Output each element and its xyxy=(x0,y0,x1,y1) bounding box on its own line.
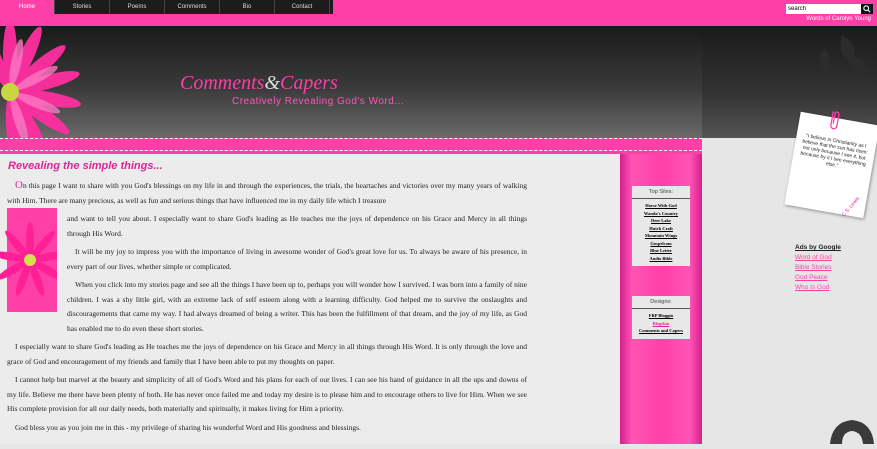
top-site-link[interactable]: Gospelcom xyxy=(632,240,690,248)
quote-text: "I believe in Christianity as I believe … xyxy=(799,133,869,170)
search-box xyxy=(786,4,873,14)
designs-title: Designs: xyxy=(632,296,690,309)
top-sites-title: Top Sites: xyxy=(632,186,690,199)
design-link[interactable]: Comments and Capers xyxy=(632,327,690,335)
header-divider xyxy=(0,138,702,154)
nav-bio[interactable]: Bio xyxy=(220,0,275,14)
search-icon xyxy=(863,5,871,13)
paragraph-1-continued: and want to tell you about. I especially… xyxy=(67,214,527,238)
drop-cap: O xyxy=(15,179,23,191)
nav-contact[interactable]: Contact xyxy=(275,0,330,14)
paragraph-6: God bless you as you join me in this - m… xyxy=(15,422,361,432)
google-ads: Ads by Google Word of God Bible Stories … xyxy=(795,244,841,293)
main-content: Revealing the simple things... On this p… xyxy=(0,154,620,444)
quote-author: C.S. Lewis xyxy=(841,195,862,219)
design-link[interactable]: FRP Bloggin xyxy=(632,312,690,320)
search-button[interactable] xyxy=(861,4,873,14)
site-title: Comments&Capers xyxy=(180,72,338,95)
article-body: On this page I want to share with you Go… xyxy=(7,178,527,439)
main-nav: Home Stories Poems Comments Bio Contact xyxy=(0,0,330,14)
paragraph-1-text: n this page I want to share with you God… xyxy=(7,181,527,205)
paragraph-3: When you click into my stories page and … xyxy=(67,280,527,333)
ad-link[interactable]: Word of God xyxy=(795,253,841,263)
paragraph-2: It will be my joy to impress you with th… xyxy=(67,247,527,271)
design-link[interactable]: Blogskin xyxy=(632,320,690,328)
top-site-link[interactable]: Audio Bible xyxy=(632,255,690,263)
paperclip-icon xyxy=(830,111,840,130)
title-left: Comments xyxy=(180,72,265,94)
nav-poems[interactable]: Poems xyxy=(110,0,165,14)
paragraph-5: I cannot help but marvel at the beauty a… xyxy=(7,375,527,413)
ads-title[interactable]: Ads by Google xyxy=(795,244,841,251)
sidebar: Top Sites: Horse With God Wanda's Countr… xyxy=(620,154,702,444)
paragraph-4: I especially want to share God's leading… xyxy=(7,342,527,366)
site-tagline: Words of Carolyn Young xyxy=(806,16,871,22)
top-site-link[interactable]: Blue Letter xyxy=(632,247,690,255)
search-input[interactable] xyxy=(786,4,861,14)
title-amp: & xyxy=(264,72,281,94)
paragraph-1: On this page I want to share with you Go… xyxy=(7,178,527,208)
top-site-link[interactable]: Deer Lake xyxy=(632,217,690,225)
flower-image xyxy=(0,26,90,138)
nav-comments[interactable]: Comments xyxy=(165,0,220,14)
title-right: Capers xyxy=(280,72,338,94)
content-heading: Revealing the simple things... xyxy=(8,160,163,172)
designs-box: Designs: FRP Bloggin Blogskin Comments a… xyxy=(632,296,690,339)
site-subtitle: Creatively Revealing God's Word... xyxy=(232,96,405,107)
top-site-link[interactable]: Mountain Wings xyxy=(632,232,690,240)
top-site-link[interactable]: Wanda's Country xyxy=(632,210,690,218)
ad-link[interactable]: God Peace xyxy=(795,273,841,283)
nav-stories[interactable]: Stories xyxy=(55,0,110,14)
top-sites-box: Top Sites: Horse With God Wanda's Countr… xyxy=(632,186,690,266)
top-site-link[interactable]: Horse With God xyxy=(632,202,690,210)
site-header: Comments&Capers Creatively Revealing God… xyxy=(0,26,702,138)
quote-note: "I believe in Christianity as I believe … xyxy=(784,111,877,219)
ad-link[interactable]: Bible Stories xyxy=(795,263,841,273)
top-site-link[interactable]: Hutch Craft xyxy=(632,225,690,233)
ad-link[interactable]: Who Is God xyxy=(795,283,841,293)
nav-home[interactable]: Home xyxy=(0,0,55,14)
